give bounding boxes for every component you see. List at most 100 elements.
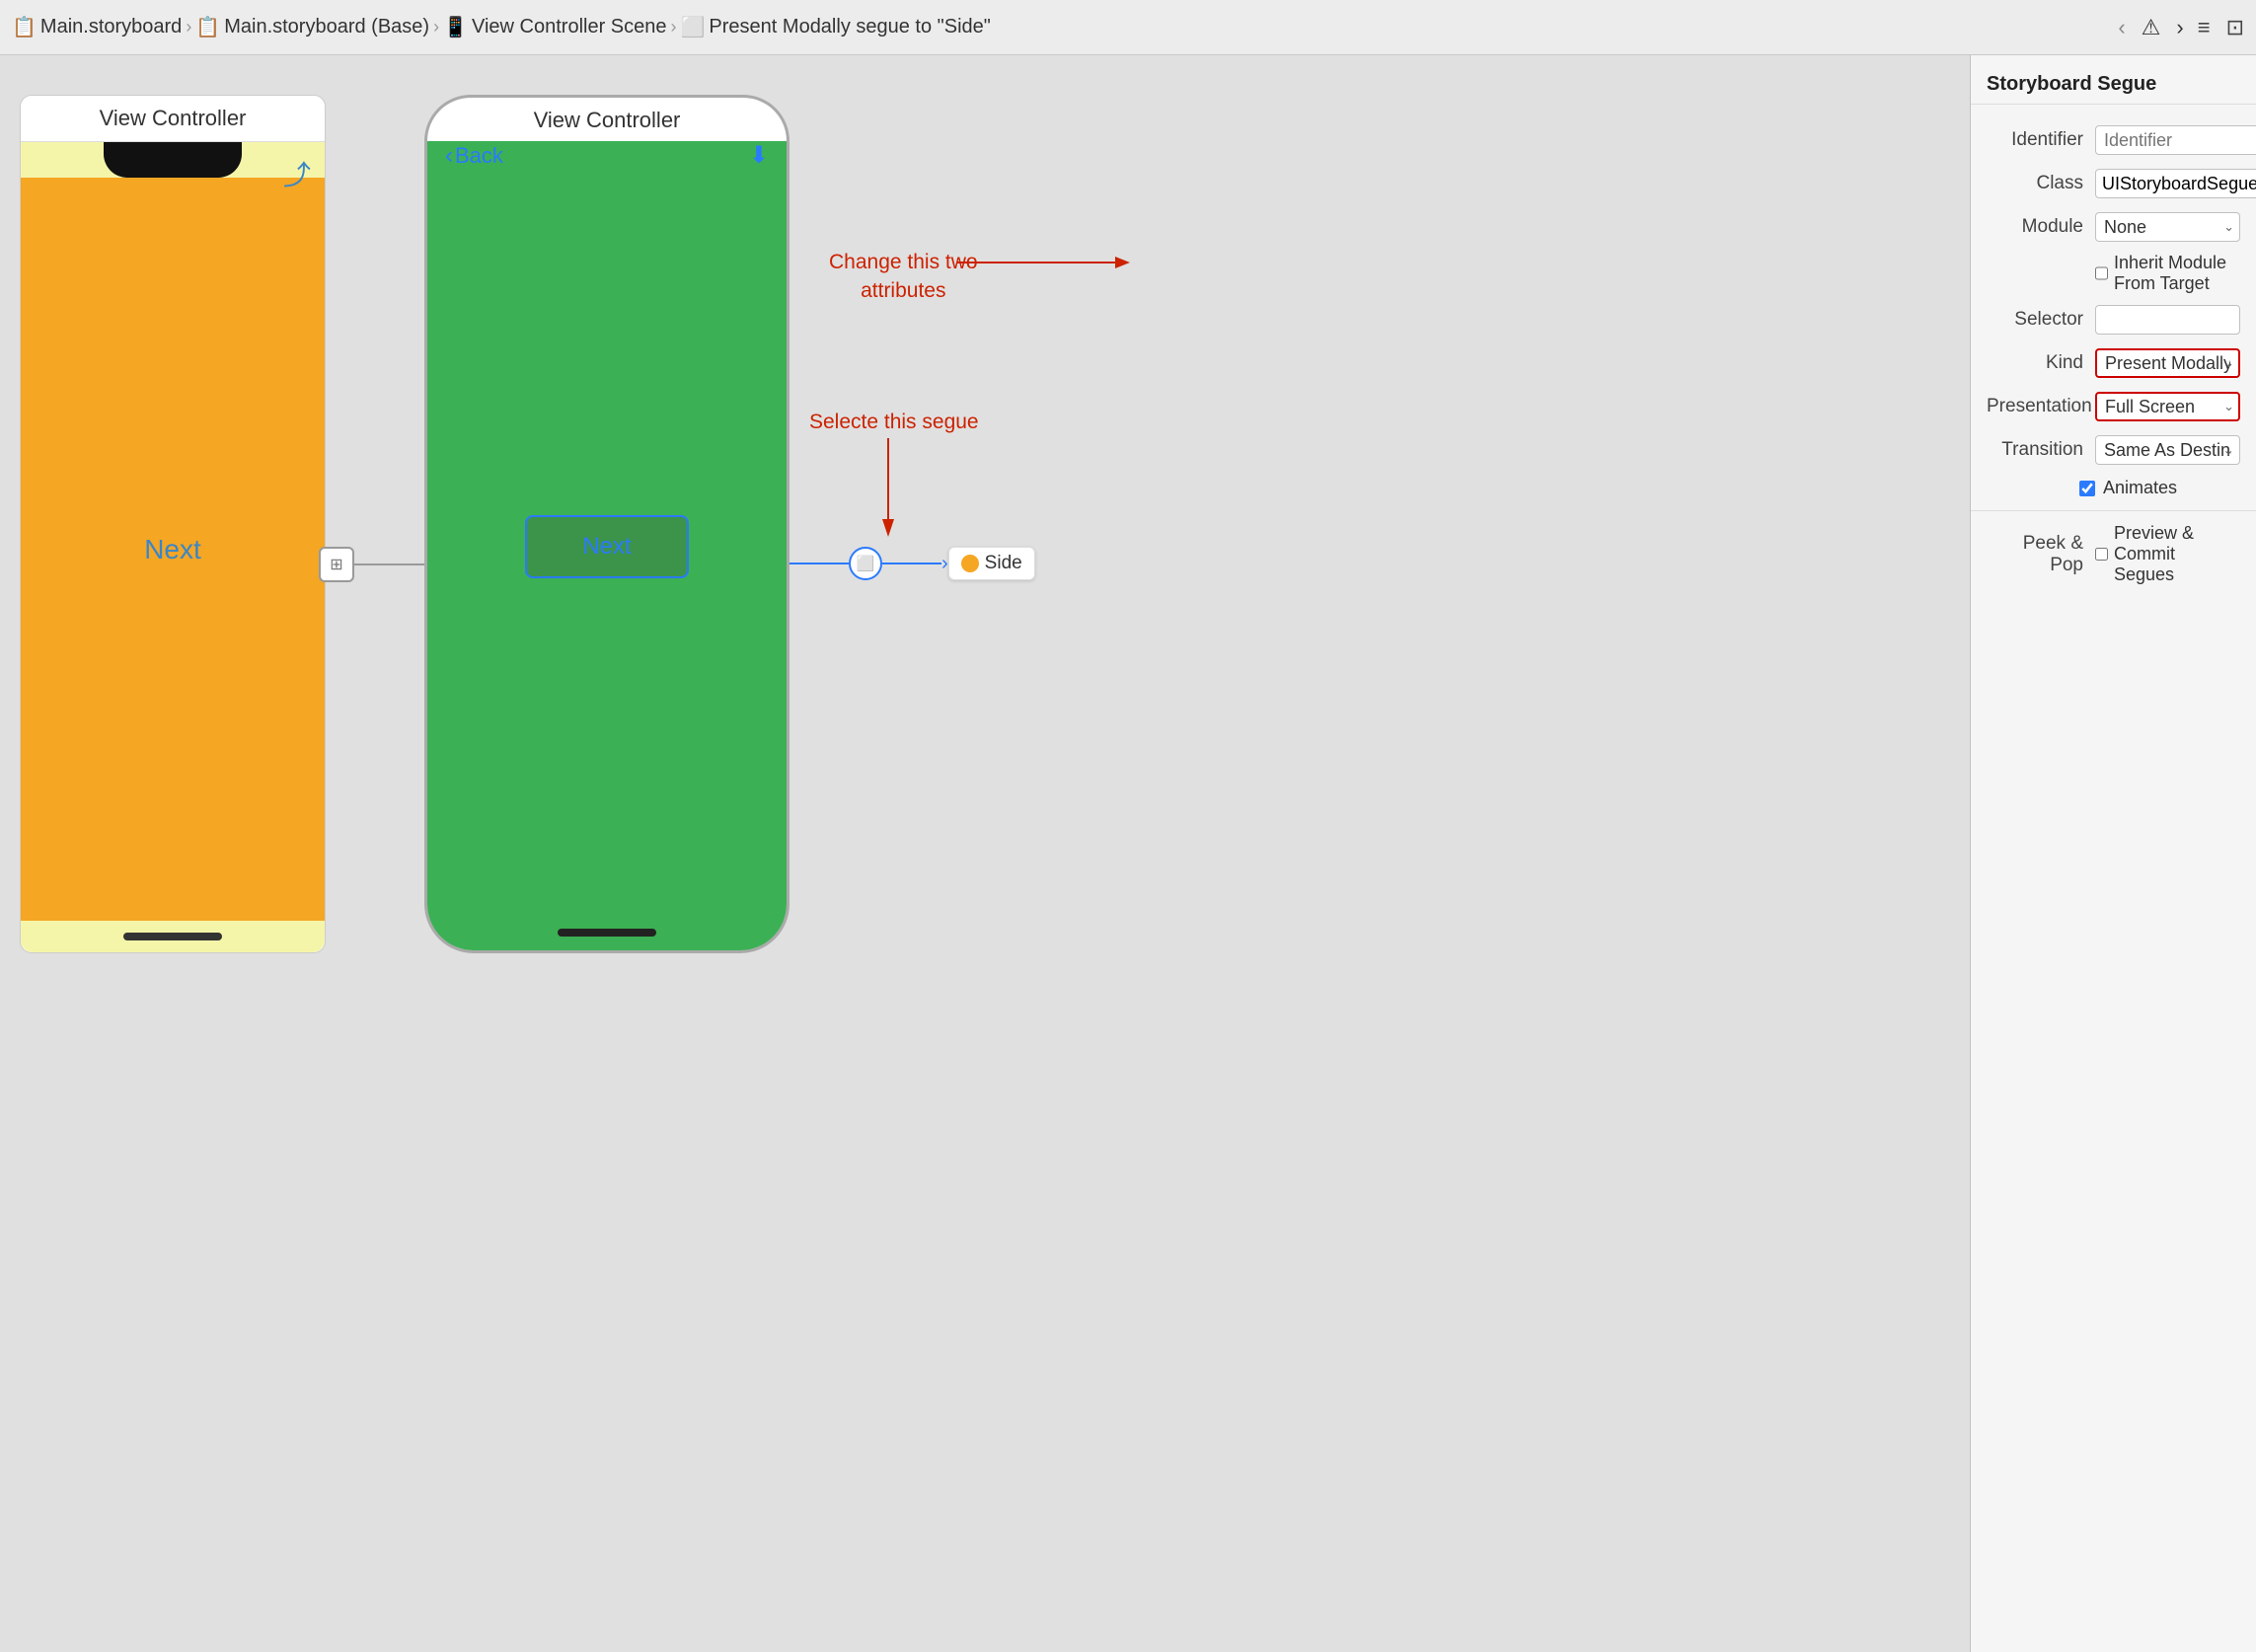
breadcrumb-icon-4: ⬜	[681, 15, 706, 39]
annotation-change-text: Change this two attributes	[829, 251, 978, 302]
annotation-select-arrow	[849, 438, 928, 547]
module-row: Module None ⌄	[1971, 205, 2256, 249]
canvas-area: View Controller Next ⤴ ⊞ › View Controll…	[0, 55, 1970, 1652]
identifier-row: Identifier	[1971, 118, 2256, 162]
left-phone-body: Next ⤴	[21, 142, 325, 952]
mid-home-bar	[558, 929, 656, 937]
selector-input[interactable]	[2095, 305, 2240, 335]
class-label: Class	[1987, 173, 2095, 194]
left-phone-orange: Next	[21, 178, 325, 921]
left-home-bar	[123, 933, 222, 940]
inherit-row: Inherit Module From Target	[1971, 249, 2256, 298]
presentation-row: Presentation Default Full Screen Page Sh…	[1971, 385, 2256, 428]
side-badge: Side	[948, 547, 1035, 580]
module-label: Module	[1987, 216, 2095, 238]
right-panel: Storyboard Segue Identifier Class ⊕ ▼	[1970, 55, 2256, 1652]
square-icon[interactable]: ⊡	[2226, 15, 2244, 40]
selector-label: Selector	[1987, 309, 2095, 331]
download-icon[interactable]: ⬇	[749, 141, 769, 170]
annotation-change-arrow	[957, 233, 1174, 332]
peek-row: Peek & Pop Preview & Commit Segues	[1971, 517, 2256, 591]
breadcrumb-icon-1: 📋	[12, 15, 37, 39]
kind-label: Kind	[1987, 352, 2095, 374]
back-chevron-icon: ‹	[445, 142, 453, 170]
kind-select[interactable]: Show Show Detail Present Modally Present…	[2095, 348, 2240, 378]
top-icons: ≡ ⊡	[2198, 15, 2244, 40]
segue-blue-line-right	[882, 563, 941, 564]
animates-label: Animates	[2103, 478, 2177, 498]
left-phone-title: View Controller	[100, 106, 247, 130]
nav-forward-button[interactable]: ›	[2170, 13, 2189, 42]
class-row: Class ⊕ ▼	[1971, 162, 2256, 205]
mid-title-text: View Controller	[534, 108, 681, 132]
breadcrumb: 📋 Main.storyboard › 📋 Main.storyboard (B…	[12, 15, 2092, 39]
peek-check: Preview & Commit Segues	[2095, 523, 2240, 585]
mid-phone-body: ‹ Back ⬇ Next	[427, 98, 787, 950]
side-badge-icon	[961, 555, 979, 572]
identifier-input[interactable]	[2095, 125, 2256, 155]
nav-arrows: ‹ ⚠ ›	[2112, 13, 2189, 42]
mid-next-button[interactable]: Next	[525, 515, 688, 578]
kind-select-wrapper: Show Show Detail Present Modally Present…	[2095, 348, 2240, 378]
segue-left-line	[354, 563, 433, 565]
annotation-select: Selecte this segue	[809, 411, 979, 434]
presentation-select[interactable]: Default Full Screen Page Sheet Form Shee…	[2095, 392, 2240, 421]
breadcrumb-icon-3: 📱	[443, 15, 468, 39]
transition-select[interactable]: Default Same As Destination Cover Vertic…	[2095, 435, 2240, 465]
kind-row: Kind Show Show Detail Present Modally Pr…	[1971, 341, 2256, 385]
breadcrumb-sep-1: ›	[186, 17, 191, 38]
breadcrumb-icon-2: 📋	[195, 15, 220, 39]
transition-select-wrapper: Default Same As Destination Cover Vertic…	[2095, 435, 2240, 465]
breadcrumb-sep-3: ›	[671, 17, 677, 38]
transition-row: Transition Default Same As Destination C…	[1971, 428, 2256, 472]
segue-source-icon: ⊞	[319, 547, 354, 582]
breadcrumb-item-3[interactable]: View Controller Scene	[472, 16, 667, 38]
breadcrumb-item-1[interactable]: Main.storyboard	[40, 16, 182, 38]
class-input-wrapper: ⊕ ▼	[2095, 169, 2256, 198]
segue-left-source: ⊞ ›	[319, 547, 440, 582]
breadcrumb-item-2[interactable]: Main.storyboard (Base)	[224, 16, 429, 38]
identifier-label: Identifier	[1987, 129, 2095, 151]
panel-title: Storyboard Segue	[1971, 55, 2256, 105]
peek-label: Peek & Pop	[1987, 533, 2095, 576]
selector-row: Selector	[1971, 298, 2256, 341]
inherit-label: Inherit Module From Target	[2114, 253, 2240, 294]
preview-checkbox[interactable]	[2095, 548, 2108, 561]
presentation-select-wrapper: Default Full Screen Page Sheet Form Shee…	[2095, 392, 2240, 421]
left-next-label: Next	[144, 534, 201, 565]
segue-blue-connector: ⬜ › Side	[790, 547, 1035, 580]
top-bar: 📋 Main.storyboard › 📋 Main.storyboard (B…	[0, 0, 2256, 55]
main-layout: View Controller Next ⤴ ⊞ › View Controll…	[0, 55, 2256, 1652]
annotation-select-text: Selecte this segue	[809, 411, 979, 433]
share-icon[interactable]: ⤴	[283, 154, 311, 193]
segue-blue-circle[interactable]: ⬜	[849, 547, 882, 580]
divider	[1971, 510, 2256, 511]
left-phone-card: View Controller Next ⤴	[20, 95, 326, 953]
mid-phone-title-bar: View Controller	[424, 95, 790, 141]
nav-back-button[interactable]: ‹	[2112, 13, 2131, 42]
breadcrumb-sep-2: ›	[433, 17, 439, 38]
presentation-label: Presentation	[1987, 396, 2095, 417]
mid-phone-card: View Controller ‹ Back ⬇ Next	[424, 95, 790, 953]
inherit-checkbox[interactable]	[2095, 265, 2108, 281]
transition-label: Transition	[1987, 439, 2095, 461]
animates-row: Animates	[1971, 472, 2256, 504]
preview-label: Preview & Commit Segues	[2114, 523, 2240, 585]
back-button[interactable]: Back	[455, 143, 503, 169]
segue-blue-arrow: ›	[941, 553, 948, 575]
mid-content: Next	[427, 178, 787, 915]
module-select-wrapper: None ⌄	[2095, 212, 2240, 242]
nav-warning-button[interactable]: ⚠	[2136, 13, 2167, 42]
module-select[interactable]: None	[2095, 212, 2240, 242]
side-badge-label: Side	[985, 553, 1022, 574]
left-phone-header: View Controller	[21, 96, 325, 142]
left-phone-notch	[104, 142, 242, 178]
breadcrumb-item-4[interactable]: Present Modally segue to "Side"	[709, 16, 990, 38]
lines-icon[interactable]: ≡	[2198, 15, 2211, 40]
panel-body: Identifier Class ⊕ ▼ Module	[1971, 105, 2256, 1652]
segue-blue-line-left	[790, 563, 849, 564]
selector-input-wrapper	[2095, 305, 2240, 335]
animates-checkbox[interactable]	[2079, 481, 2095, 496]
class-input[interactable]	[2102, 174, 2256, 194]
annotation-change: Change this two attributes	[829, 248, 978, 306]
